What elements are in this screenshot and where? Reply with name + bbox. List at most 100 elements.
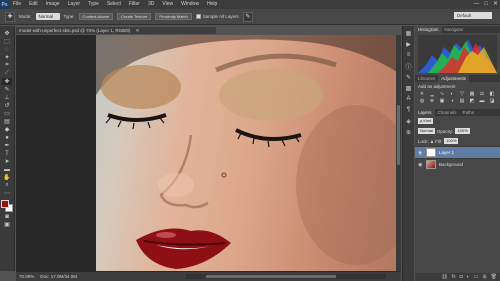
menu-filter[interactable]: Filter (125, 0, 144, 9)
visibility-eye-icon[interactable]: ◉ (418, 162, 423, 168)
patch-tool-icon[interactable]: ✚ (5, 11, 15, 22)
new-adjustment-icon[interactable]: ◐ (467, 273, 470, 281)
menu-select[interactable]: Select (103, 0, 125, 9)
properties-icon[interactable]: ≡ (405, 51, 413, 59)
eraser-tool-icon[interactable]: ▭ (2, 110, 12, 117)
screen-mode-icon[interactable]: ▣ (2, 221, 12, 228)
history-icon[interactable]: ▦ (405, 29, 413, 37)
tab-layers[interactable]: Layers (415, 109, 435, 116)
curves-icon[interactable]: ∿ (438, 91, 446, 97)
type-tool-icon[interactable]: T (2, 150, 12, 157)
menu-edit[interactable]: Edit (25, 0, 42, 9)
tab-paths[interactable]: Paths (460, 109, 478, 116)
layer-row[interactable]: ◉ Background (415, 158, 500, 170)
vibrance-icon[interactable]: ▽ (458, 91, 466, 97)
clone-source-icon[interactable]: ⊕ (405, 128, 413, 136)
eyedropper-tool-icon[interactable]: ⟋ (2, 70, 12, 77)
hand-tool-icon[interactable]: ✋ (2, 174, 12, 181)
create-texture-button[interactable]: Create Texture (117, 13, 152, 20)
menu-window[interactable]: Window (177, 0, 203, 9)
pen-tool-icon[interactable]: ✒ (2, 142, 12, 149)
zoom-level[interactable]: 70.09% (19, 274, 34, 279)
brush-tool-icon[interactable]: ✎ (2, 86, 12, 93)
info-icon[interactable]: ⓘ (405, 62, 413, 71)
minimize-icon[interactable]: — (473, 0, 479, 9)
menu-image[interactable]: Image (42, 0, 64, 9)
workspace-select[interactable]: Default (454, 12, 492, 19)
horizontal-scrollbar-thumb[interactable] (206, 275, 336, 278)
tab-navigator[interactable]: Navigator (442, 26, 467, 33)
sample-all-layers-checkbox[interactable]: Sample All Layers (195, 14, 239, 19)
proximity-match-button[interactable]: Proximity Match (155, 13, 192, 20)
paragraph-icon[interactable]: ¶ (405, 106, 413, 114)
visibility-eye-icon[interactable]: ◉ (418, 150, 423, 156)
vertical-scrollbar-thumb[interactable] (397, 105, 400, 165)
swatches-icon[interactable]: ▩ (405, 84, 413, 92)
quick-select-tool-icon[interactable]: ✦ (2, 54, 12, 61)
opacity-input[interactable]: 100% (455, 128, 470, 134)
tab-adjustments[interactable]: Adjustments (438, 75, 470, 82)
levels-icon[interactable]: ▁ (428, 91, 436, 97)
document-tab[interactable]: model-with-unperfect-skin.psd @ 70% (Lay… (16, 26, 216, 34)
tab-channels[interactable]: Channels (435, 109, 460, 116)
history-brush-tool-icon[interactable]: ↺ (2, 102, 12, 109)
foreground-color-swatch[interactable] (1, 200, 9, 208)
lock-icon[interactable]: 🔒︎ (431, 139, 433, 144)
menu-type[interactable]: Type (84, 0, 103, 9)
trash-icon[interactable]: 🗑︎ (491, 273, 497, 281)
more-tools-icon[interactable]: ⋯ (2, 190, 12, 197)
mode-select[interactable]: Normal (35, 13, 60, 20)
mask-icon[interactable]: ◘ (460, 273, 463, 281)
brush-presets-icon[interactable]: ✎ (405, 73, 413, 81)
brightness-icon[interactable]: ☀ (418, 91, 426, 97)
maximize-icon[interactable]: □ (484, 0, 488, 9)
blend-mode-select[interactable]: Normal (418, 128, 435, 134)
fill-input[interactable]: 100% (444, 138, 459, 144)
character-icon[interactable]: A (405, 95, 413, 103)
menu-view[interactable]: View (158, 0, 177, 9)
dodge-tool-icon[interactable]: ● (2, 134, 12, 141)
pressure-brush-icon[interactable]: ✎ (242, 11, 253, 22)
lasso-tool-icon[interactable]: ◌ (2, 46, 12, 53)
vertical-scrollbar[interactable] (396, 35, 401, 271)
actions-icon[interactable]: ▶ (405, 40, 413, 48)
close-document-icon[interactable]: ✕ (136, 28, 140, 33)
tab-libraries[interactable]: Libraries (415, 75, 438, 82)
healing-brush-tool-icon[interactable]: ✚ (2, 78, 12, 85)
tab-histogram[interactable]: Histogram (415, 26, 442, 33)
hue-saturation-icon[interactable]: ▦ (468, 91, 476, 97)
close-icon[interactable]: ✕ (493, 0, 498, 9)
menu-help[interactable]: Help (203, 0, 221, 9)
color-balance-icon[interactable]: ⚖ (478, 91, 486, 97)
move-tool-icon[interactable]: ✥ (2, 30, 12, 37)
posterize-icon[interactable]: ▤ (458, 98, 466, 104)
menu-file[interactable]: File (9, 0, 25, 9)
color-swatches[interactable] (1, 200, 13, 212)
crop-tool-icon[interactable]: ⌗ (2, 62, 12, 69)
link-layers-icon[interactable]: ⛓ (441, 273, 447, 281)
invert-icon[interactable]: ◑ (448, 98, 456, 104)
canvas-area[interactable] (16, 35, 401, 271)
selective-color-icon[interactable]: ◪ (488, 98, 496, 104)
exposure-icon[interactable]: ◐ (448, 91, 456, 97)
portrait-photo[interactable] (96, 35, 401, 271)
blur-tool-icon[interactable]: ◆ (2, 126, 12, 133)
new-layer-icon[interactable]: ⊞ (482, 273, 486, 281)
path-select-tool-icon[interactable]: ➤ (2, 158, 12, 165)
horizontal-scrollbar[interactable] (186, 274, 386, 279)
shape-tool-icon[interactable]: ▬ (2, 166, 12, 173)
new-group-icon[interactable]: ▭ (474, 273, 479, 281)
gradient-map-icon[interactable]: ▬ (478, 98, 486, 104)
layer-row[interactable]: ◉ Layer 1 (415, 146, 500, 158)
gradient-tool-icon[interactable]: ▤ (2, 118, 12, 125)
menu-layer[interactable]: Layer (64, 0, 85, 9)
styles-icon[interactable]: ◈ (405, 117, 413, 125)
channel-mixer-icon[interactable]: ⊚ (428, 98, 436, 104)
zoom-tool-icon[interactable]: ⌕ (2, 182, 12, 189)
content-aware-button[interactable]: Content-Aware (78, 13, 114, 20)
photo-filter-icon[interactable]: ◍ (418, 98, 426, 104)
fx-icon[interactable]: fx (452, 273, 456, 281)
layer-kind-filter[interactable]: ρ Kind (418, 118, 434, 124)
color-lookup-icon[interactable]: ▣ (438, 98, 446, 104)
quick-mask-icon[interactable]: ◙ (2, 213, 12, 220)
